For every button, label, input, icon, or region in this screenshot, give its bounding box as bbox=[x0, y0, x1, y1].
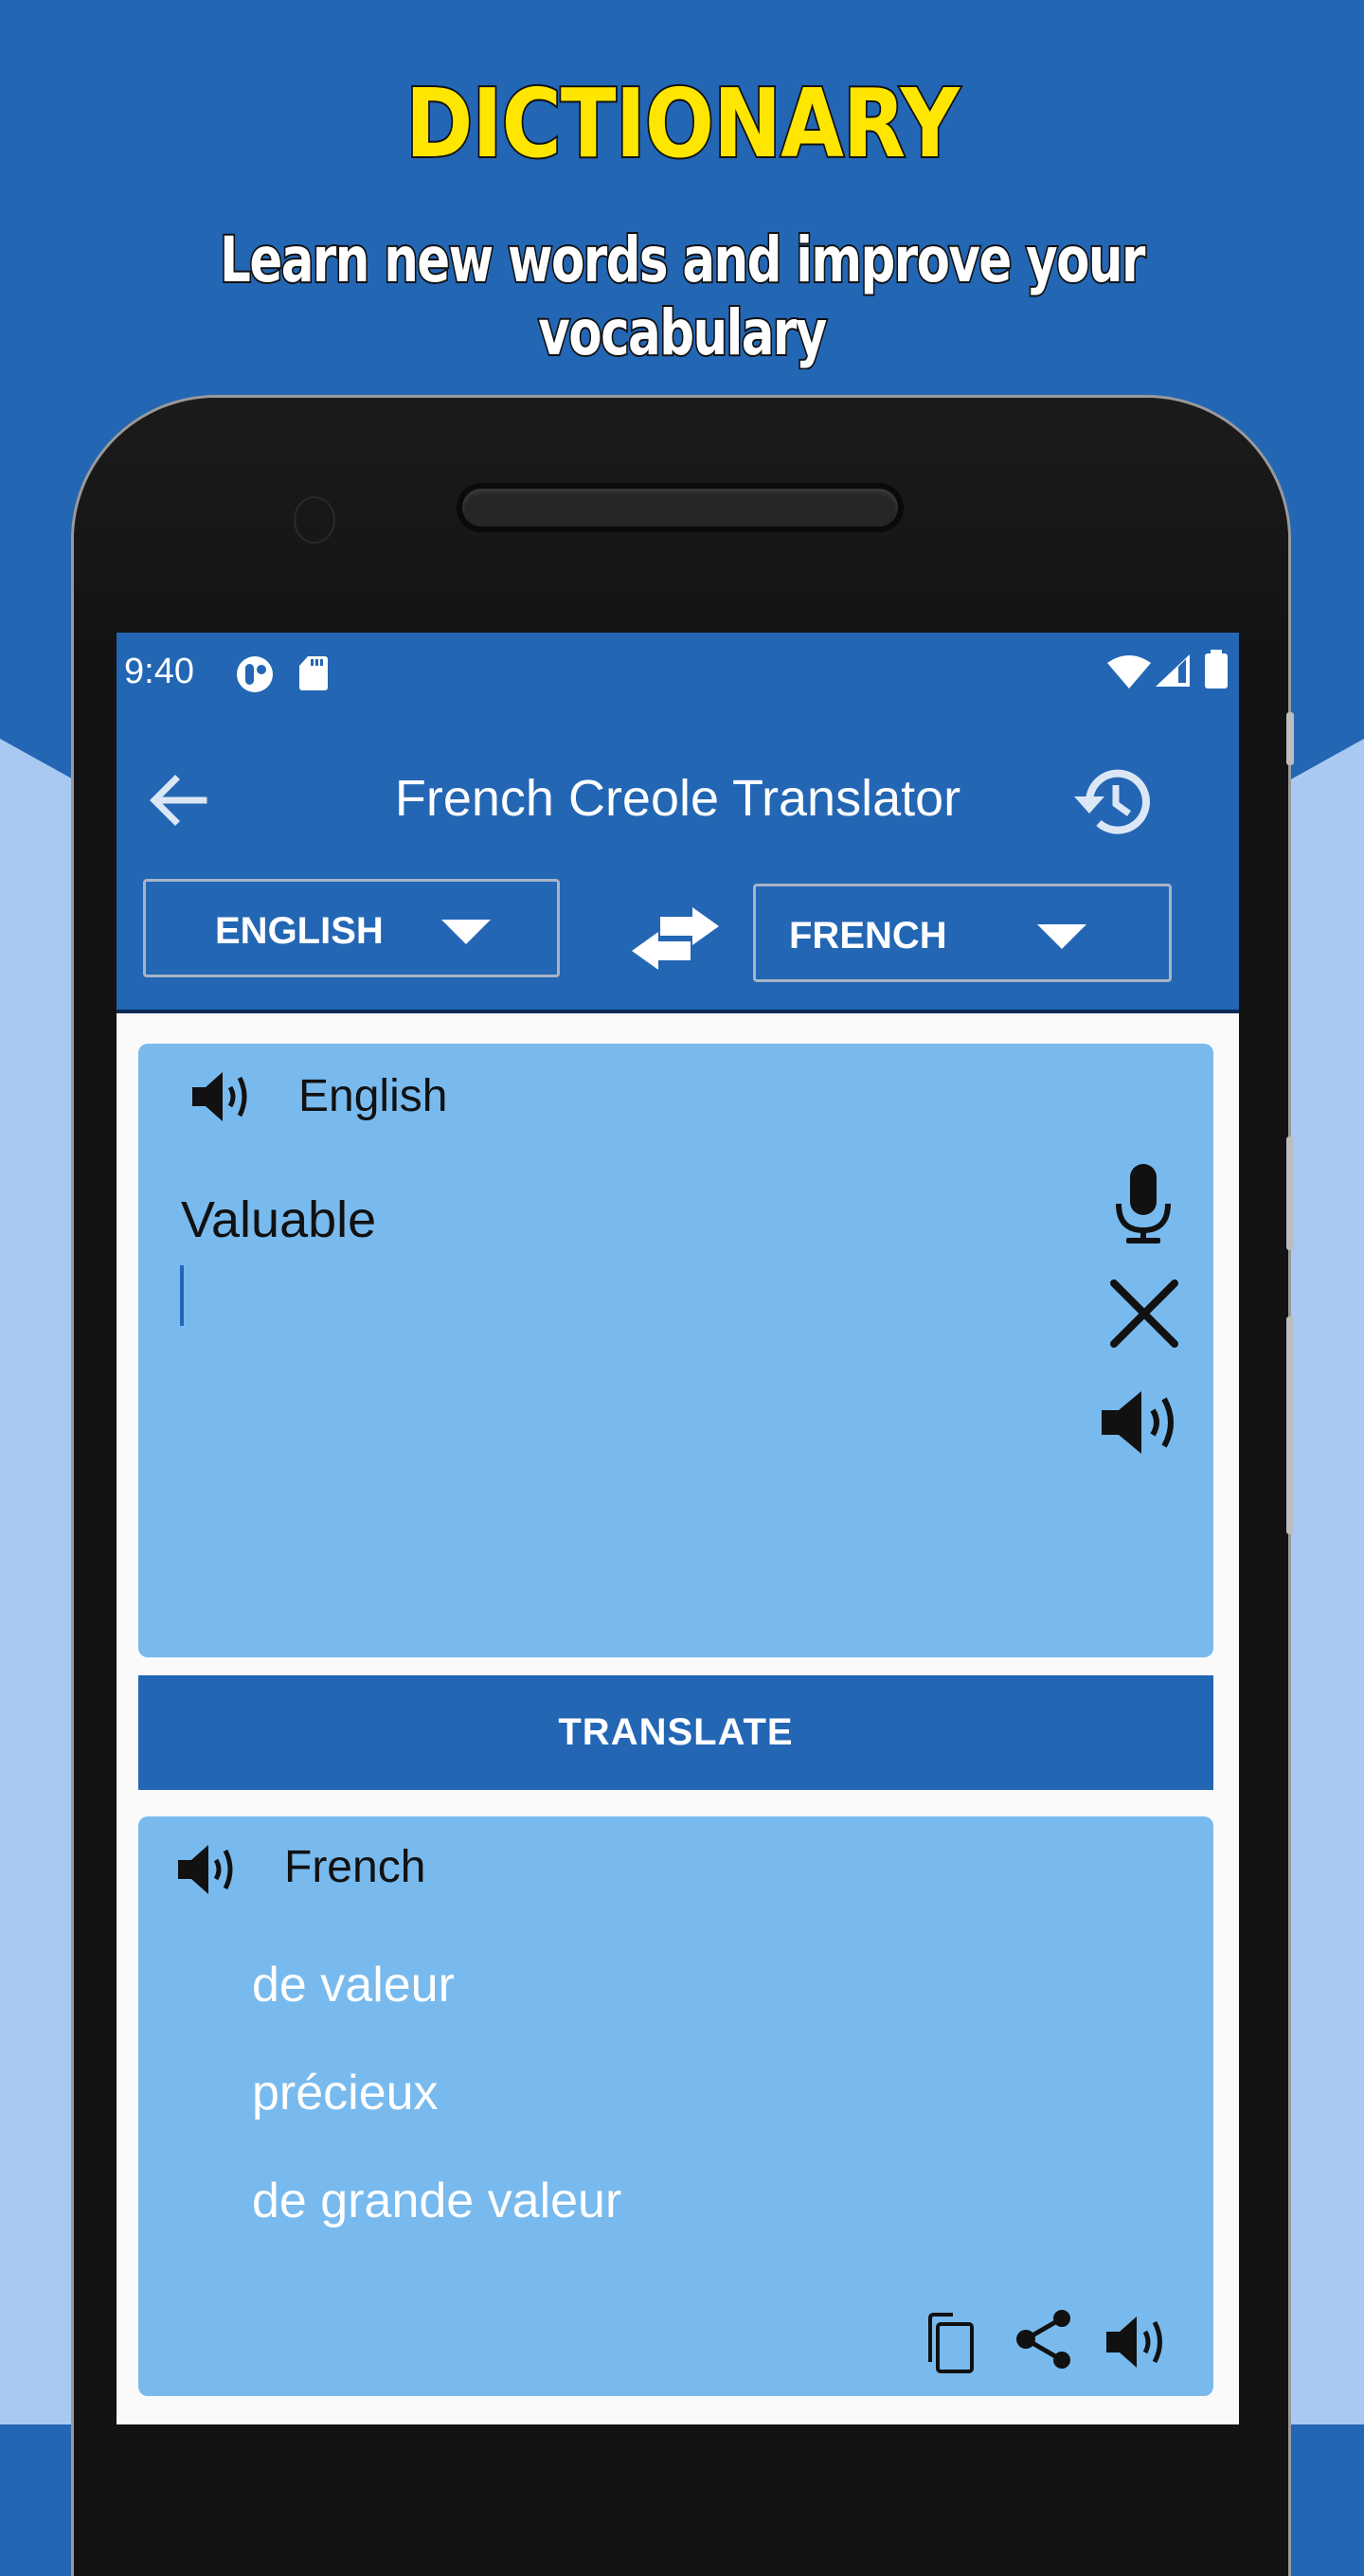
status-time: 9:40 bbox=[124, 652, 194, 691]
cellular-signal-icon bbox=[1156, 654, 1190, 687]
chevron-down-icon bbox=[441, 920, 491, 944]
speaker-icon[interactable] bbox=[1104, 2315, 1171, 2370]
speaker-icon[interactable] bbox=[190, 1068, 257, 1125]
source-text-input[interactable] bbox=[181, 1190, 1033, 1249]
source-language-select[interactable]: ENGLISH bbox=[143, 879, 560, 977]
side-button-volume bbox=[1286, 1136, 1294, 1250]
app-screen: 9:40 French Creole Translator ENGLISH FR… bbox=[117, 633, 1239, 2424]
target-language-label: FRENCH bbox=[789, 915, 947, 957]
assistant-app-icon bbox=[237, 656, 273, 692]
promo-title: DICTIONARY bbox=[404, 66, 960, 181]
promo-subtitle: Learn new words and improve your vocabul… bbox=[219, 222, 1147, 371]
copy-icon[interactable] bbox=[924, 2313, 978, 2373]
source-language-label: ENGLISH bbox=[215, 910, 384, 952]
earpiece-speaker bbox=[462, 489, 898, 527]
target-language-select[interactable]: FRENCH bbox=[753, 884, 1172, 982]
clear-icon[interactable] bbox=[1106, 1276, 1182, 1351]
side-button-volume-2 bbox=[1286, 1316, 1294, 1534]
microphone-icon[interactable] bbox=[1109, 1162, 1177, 1247]
speaker-icon[interactable] bbox=[176, 1841, 242, 1898]
app-bar: 9:40 French Creole Translator ENGLISH FR… bbox=[117, 633, 1239, 1013]
output-card: French de valeur précieux de grande vale… bbox=[138, 1816, 1213, 2396]
speaker-icon[interactable] bbox=[1100, 1389, 1189, 1456]
text-cursor bbox=[180, 1265, 184, 1326]
share-icon[interactable] bbox=[1014, 2309, 1075, 2370]
history-button[interactable] bbox=[1068, 759, 1154, 844]
translation-result: de valeur bbox=[252, 1958, 455, 2012]
side-button-power bbox=[1286, 712, 1294, 765]
source-language-heading: English bbox=[298, 1071, 448, 1121]
input-card: English bbox=[138, 1044, 1213, 1657]
chevron-down-icon bbox=[1037, 924, 1086, 949]
swap-languages-button[interactable] bbox=[628, 905, 723, 972]
sd-card-icon bbox=[299, 656, 328, 690]
target-language-heading: French bbox=[284, 1842, 426, 1892]
battery-icon bbox=[1205, 650, 1228, 689]
front-camera bbox=[294, 496, 335, 544]
translation-result: précieux bbox=[252, 2066, 439, 2120]
wifi-icon bbox=[1107, 655, 1151, 689]
translation-result: de grande valeur bbox=[252, 2174, 622, 2228]
translate-button[interactable]: TRANSLATE bbox=[138, 1675, 1213, 1790]
